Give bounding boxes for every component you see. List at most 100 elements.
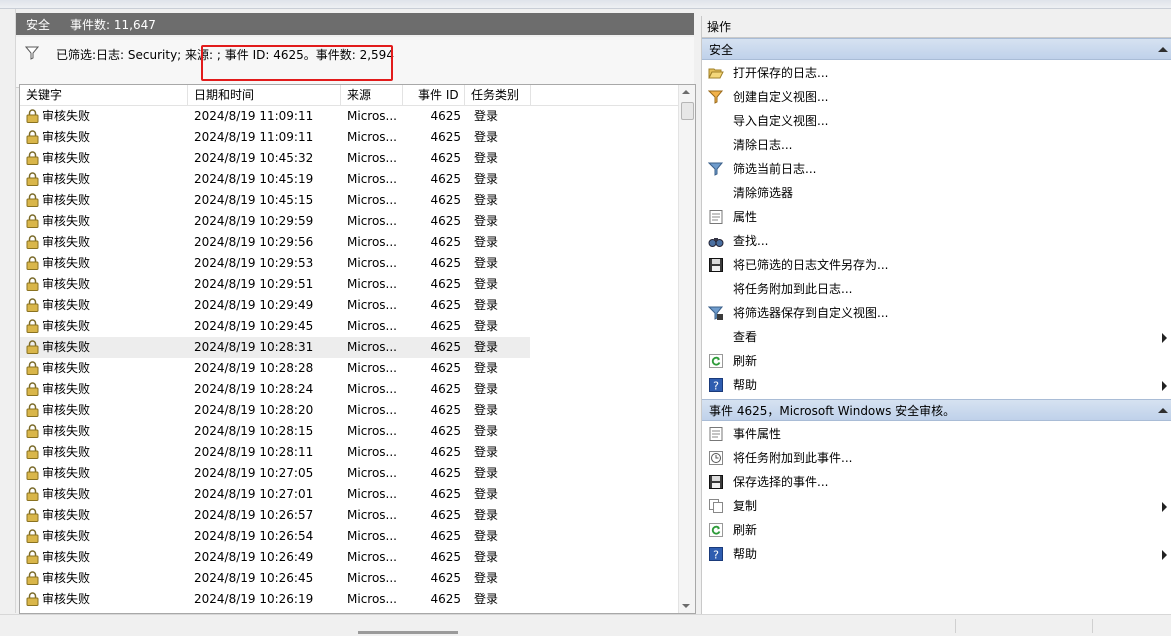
action-item[interactable]: 刷新: [702, 518, 1171, 542]
table-row[interactable]: 审核失败 2024/8/19 10:28:11 Micros... 4625 登录: [20, 442, 678, 463]
scroll-up-arrow-icon[interactable]: [682, 90, 690, 94]
table-row[interactable]: 审核失败 2024/8/19 10:28:28 Micros... 4625 登录: [20, 358, 678, 379]
event-id-cell: 4625: [430, 466, 461, 480]
audit-lock-icon: [26, 150, 39, 165]
table-row[interactable]: 审核失败 2024/8/19 10:45:19 Micros... 4625 登录: [20, 169, 678, 190]
column-header-source[interactable]: 来源: [341, 85, 403, 105]
copy-icon: [708, 498, 724, 514]
table-row[interactable]: 审核失败 2024/8/19 10:27:05 Micros... 4625 登录: [20, 463, 678, 484]
table-row[interactable]: 审核失败 2024/8/19 10:45:15 Micros... 4625 登录: [20, 190, 678, 211]
action-item[interactable]: 创建自定义视图...: [702, 85, 1171, 109]
table-row[interactable]: 审核失败 2024/8/19 10:26:54 Micros... 4625 登录: [20, 526, 678, 547]
table-row[interactable]: 审核失败 2024/8/19 10:28:24 Micros... 4625 登录: [20, 379, 678, 400]
keyword-text: 审核失败: [42, 403, 91, 417]
action-item[interactable]: 清除筛选器: [702, 181, 1171, 205]
action-item[interactable]: 属性: [702, 205, 1171, 229]
source-cell: Micros...: [347, 109, 397, 123]
keyword-text: 审核失败: [42, 487, 91, 501]
actions-section-header[interactable]: 安全: [702, 38, 1171, 60]
task-category-cell: 登录: [474, 214, 499, 228]
keyword-cell: 审核失败: [26, 274, 186, 295]
source-cell: Micros...: [347, 277, 397, 291]
table-row[interactable]: 审核失败 2024/8/19 10:29:45 Micros... 4625 登录: [20, 316, 678, 337]
action-label: 将已筛选的日志文件另存为...: [733, 258, 889, 272]
event-id-cell: 4625: [430, 340, 461, 354]
audit-lock-icon: [26, 129, 39, 144]
source-cell: Micros...: [347, 445, 397, 459]
event-properties-icon: [708, 426, 724, 442]
event-id-cell: 4625: [430, 298, 461, 312]
keyword-cell: 审核失败: [26, 211, 186, 232]
datetime-cell: 2024/8/19 10:28:15: [194, 424, 314, 438]
source-cell: Micros...: [347, 214, 397, 228]
log-title-bar: 安全 事件数: 11,647: [16, 13, 694, 35]
keyword-text: 审核失败: [42, 109, 91, 123]
table-row[interactable]: 审核失败 2024/8/19 10:29:49 Micros... 4625 登录: [20, 295, 678, 316]
table-row[interactable]: 审核失败 2024/8/19 10:26:45 Micros... 4625 登录: [20, 568, 678, 589]
event-id-cell: 4625: [430, 109, 461, 123]
action-item[interactable]: 将已筛选的日志文件另存为...: [702, 253, 1171, 277]
table-row[interactable]: 审核失败 2024/8/19 10:29:53 Micros... 4625 登录: [20, 253, 678, 274]
table-row[interactable]: 审核失败 2024/8/19 11:09:11 Micros... 4625 登录: [20, 127, 678, 148]
action-item[interactable]: 查找...: [702, 229, 1171, 253]
action-item[interactable]: 查看: [702, 325, 1171, 349]
source-cell: Micros...: [347, 382, 397, 396]
column-header-keyword[interactable]: 关键字: [20, 85, 188, 105]
action-item[interactable]: 将任务附加到此事件...: [702, 446, 1171, 470]
properties-icon: [708, 209, 724, 225]
action-item[interactable]: 导入自定义视图...: [702, 109, 1171, 133]
action-item[interactable]: 清除日志...: [702, 133, 1171, 157]
action-label: 查找...: [733, 234, 769, 248]
table-row[interactable]: 审核失败 2024/8/19 10:29:56 Micros... 4625 登录: [20, 232, 678, 253]
action-item[interactable]: 筛选当前日志...: [702, 157, 1171, 181]
action-item[interactable]: 保存选择的事件...: [702, 470, 1171, 494]
action-item[interactable]: 打开保存的日志...: [702, 61, 1171, 85]
scroll-down-arrow-icon[interactable]: [682, 604, 690, 608]
action-item[interactable]: ? 帮助: [702, 373, 1171, 397]
table-row[interactable]: 审核失败 2024/8/19 10:45:32 Micros... 4625 登录: [20, 148, 678, 169]
table-row[interactable]: 审核失败 2024/8/19 10:26:19 Micros... 4625 登录: [20, 589, 678, 610]
table-body: 审核失败 2024/8/19 11:09:11 Micros... 4625 登录 审核失…: [20, 106, 678, 610]
actions-section-header[interactable]: 事件 4625，Microsoft Windows 安全审核。: [702, 399, 1171, 421]
table-row[interactable]: 审核失败 2024/8/19 10:26:49 Micros... 4625 登录: [20, 547, 678, 568]
attach-task-icon: [708, 450, 724, 466]
table-row[interactable]: 审核失败 2024/8/19 10:29:59 Micros... 4625 登录: [20, 211, 678, 232]
table-row[interactable]: 审核失败 2024/8/19 11:09:11 Micros... 4625 登录: [20, 106, 678, 127]
scrollbar-thumb[interactable]: [681, 102, 694, 120]
task-category-cell: 登录: [474, 424, 499, 438]
audit-lock-icon: [26, 591, 39, 606]
collapse-caret-icon[interactable]: [1158, 408, 1168, 413]
task-category-cell: 登录: [474, 361, 499, 375]
datetime-cell: 2024/8/19 10:26:45: [194, 571, 314, 585]
audit-lock-icon: [26, 381, 39, 396]
task-category-cell: 登录: [474, 172, 499, 186]
task-category-cell: 登录: [474, 130, 499, 144]
table-row[interactable]: 审核失败 2024/8/19 10:28:20 Micros... 4625 登录: [20, 400, 678, 421]
column-header-task-category[interactable]: 任务类别: [465, 85, 531, 105]
action-item[interactable]: 复制: [702, 494, 1171, 518]
action-item[interactable]: 将任务附加到此日志...: [702, 277, 1171, 301]
task-category-cell: 登录: [474, 403, 499, 417]
table-row[interactable]: 审核失败 2024/8/19 10:28:15 Micros... 4625 登录: [20, 421, 678, 442]
table-row[interactable]: 审核失败 2024/8/19 10:29:51 Micros... 4625 登录: [20, 274, 678, 295]
source-cell: Micros...: [347, 571, 397, 585]
action-item[interactable]: ? 帮助: [702, 542, 1171, 566]
datetime-cell: 2024/8/19 10:29:53: [194, 256, 314, 270]
filter-funnel-icon: [707, 161, 724, 177]
action-item[interactable]: 事件属性: [702, 422, 1171, 446]
vertical-scrollbar[interactable]: [678, 85, 695, 613]
event-id-cell: 4625: [430, 277, 461, 291]
keyword-text: 审核失败: [42, 298, 91, 312]
datetime-cell: 2024/8/19 10:28:11: [194, 445, 314, 459]
action-item[interactable]: 刷新: [702, 349, 1171, 373]
column-header-datetime[interactable]: 日期和时间: [188, 85, 341, 105]
actions-pane: 操作 安全 打开保存的日志... 创建自定义视图... 导入自定义视图... 清除日志.…: [701, 16, 1171, 614]
keyword-cell: 审核失败: [26, 547, 186, 568]
table-row[interactable]: 审核失败 2024/8/19 10:27:01 Micros... 4625 登录: [20, 484, 678, 505]
table-row[interactable]: 审核失败 2024/8/19 10:26:57 Micros... 4625 登录: [20, 505, 678, 526]
keyword-text: 审核失败: [42, 340, 91, 354]
table-row[interactable]: 审核失败 2024/8/19 10:28:31 Micros... 4625 登录: [20, 337, 530, 358]
action-item[interactable]: 将筛选器保存到自定义视图...: [702, 301, 1171, 325]
column-header-event-id[interactable]: 事件 ID: [403, 85, 465, 105]
collapse-caret-icon[interactable]: [1158, 47, 1168, 52]
